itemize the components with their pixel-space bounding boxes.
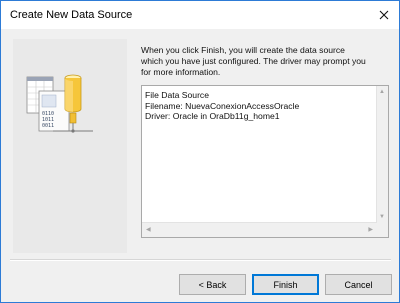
- scroll-left-arrow-icon[interactable]: ◀: [146, 227, 151, 233]
- summary-text: File Data Source Filename: NuevaConexion…: [145, 90, 299, 122]
- cancel-button[interactable]: Cancel: [325, 274, 392, 295]
- wizard-illustration: 0110 1011 0011: [13, 39, 127, 253]
- scroll-right-arrow-icon[interactable]: ▶: [368, 227, 373, 233]
- summary-line: Driver: Oracle in OraDb11g_home1: [145, 111, 280, 122]
- summary-line: Filename: NuevaConexionAccessOracle: [145, 100, 300, 111]
- close-button[interactable]: [373, 5, 395, 25]
- horizontal-scrollbar[interactable]: ◀ ▶: [142, 222, 377, 237]
- instruction-line: When you click Finish, you will create t…: [141, 45, 345, 55]
- data-source-summary-box[interactable]: File Data Source Filename: NuevaConexion…: [141, 85, 389, 238]
- back-button[interactable]: < Back: [179, 274, 246, 295]
- title-bar[interactable]: Create New Data Source: [1, 1, 399, 29]
- svg-text:0011: 0011: [42, 123, 54, 129]
- scroll-up-arrow-icon[interactable]: ▲: [379, 89, 385, 95]
- summary-line: File Data Source: [145, 90, 210, 100]
- close-icon: [379, 10, 389, 20]
- instruction-line: which you have just configured. The driv…: [141, 56, 366, 66]
- vertical-scrollbar[interactable]: ▲ ▼: [376, 86, 388, 223]
- window-title: Create New Data Source: [10, 9, 133, 21]
- data-source-wizard-illustration: 0110 1011 0011: [26, 74, 93, 133]
- finish-button[interactable]: Finish: [252, 274, 319, 295]
- create-data-source-dialog: Create New Data Source 0110 1011 0011 Wh…: [0, 0, 400, 303]
- instruction-line: for more information.: [141, 67, 221, 77]
- finish-instructions: When you click Finish, you will create t…: [141, 45, 393, 78]
- scrollbar-corner: [377, 223, 388, 237]
- button-divider: [10, 259, 391, 261]
- scroll-down-arrow-icon[interactable]: ▼: [379, 214, 385, 220]
